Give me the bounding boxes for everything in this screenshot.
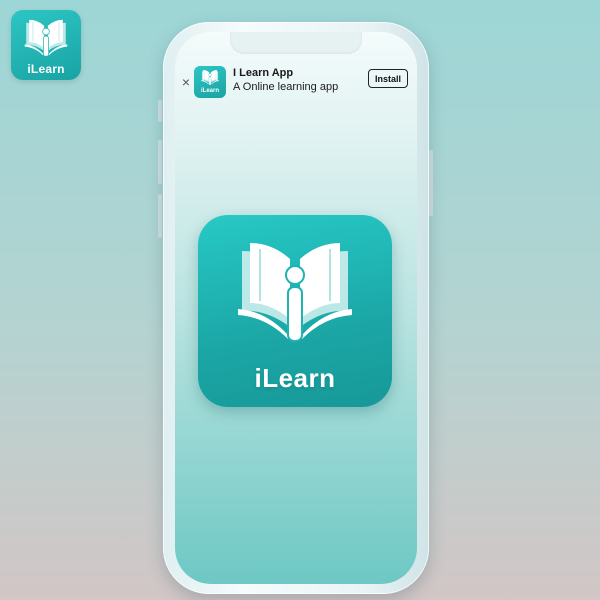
app-install-banner: × iLearn I Learn App A Online learning a… <box>175 66 417 102</box>
install-button[interactable]: Install <box>368 69 408 88</box>
phone-frame: × iLearn I Learn App A Online learning a… <box>163 22 429 594</box>
main-app-logo: iLearn <box>198 215 392 407</box>
phone-notch <box>230 32 362 54</box>
banner-app-name: I Learn App <box>233 67 294 79</box>
phone-mute-switch <box>158 100 162 122</box>
phone-power-button <box>429 150 433 216</box>
phone-volume-up-button <box>158 140 162 184</box>
corner-brand-name: iLearn <box>27 62 65 76</box>
banner-app-tagline: A Online learning app <box>233 81 339 93</box>
corner-app-logo: iLearn <box>11 10 81 80</box>
book-person-icon <box>201 69 219 86</box>
book-person-icon <box>237 242 353 342</box>
banner-icon-brand-name: iLearn <box>200 88 219 94</box>
main-brand-name: iLearn <box>254 363 336 393</box>
banner-app-icon: iLearn <box>194 66 226 98</box>
close-banner-button[interactable]: × <box>179 75 193 89</box>
book-person-icon <box>24 19 68 57</box>
phone-screen: × iLearn I Learn App A Online learning a… <box>175 32 417 584</box>
phone-volume-down-button <box>158 194 162 238</box>
